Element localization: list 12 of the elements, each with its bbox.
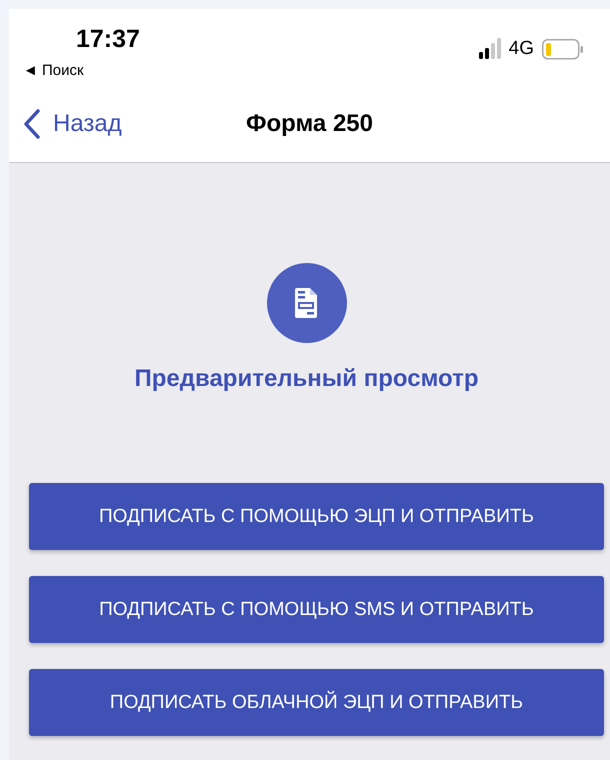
battery-icon: [542, 38, 584, 60]
preview-title: Предварительный просмотр: [134, 365, 478, 393]
back-button[interactable]: Назад: [23, 109, 122, 139]
network-type: 4G: [508, 38, 534, 60]
back-to-app-link[interactable]: ◄ Поиск: [23, 62, 140, 79]
sign-and-send-button[interactable]: ПОДПИСАТЬ С ПОМОЩЬЮ ЭЦП И ОТПРАВИТЬ: [29, 483, 604, 550]
chevron-left-icon: [23, 109, 41, 139]
sign-and-send-button[interactable]: ПОДПИСАТЬ С ПОМОЩЬЮ SMS И ОТПРАВИТЬ: [29, 576, 604, 643]
signal-icon: [478, 38, 501, 60]
page-title: Форма 250: [246, 110, 373, 137]
sign-and-send-button[interactable]: ПОДПИСАТЬ ОБЛАЧНОЙ ЭЦП И ОТПРАВИТЬ: [29, 669, 604, 736]
status-time: 17:37: [76, 25, 140, 54]
